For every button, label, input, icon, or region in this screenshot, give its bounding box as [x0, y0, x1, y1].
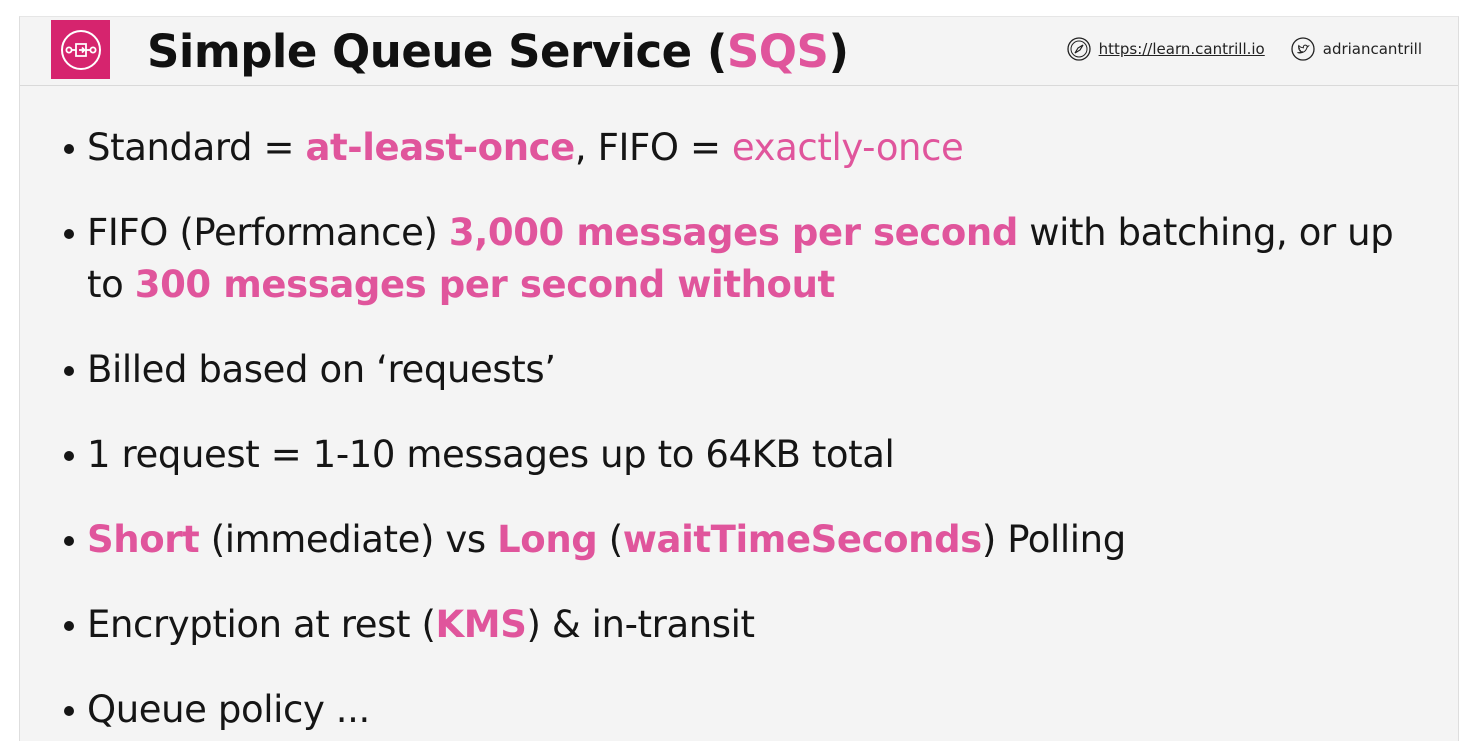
bullet-text: (immediate) vs [199, 518, 498, 561]
bullet-item: Short (immediate) vs Long (waitTimeSecon… [60, 514, 1418, 566]
bullet-text: , FIFO = [574, 126, 732, 169]
bullet-highlight: Short [87, 518, 200, 561]
bullet-highlight: at-least-once [305, 126, 575, 169]
slide-header: Simple Queue Service (SQS) https://learn… [20, 17, 1458, 86]
bullet-list: Standard = at-least-once, FIFO = exactly… [60, 122, 1418, 741]
twitter-handle[interactable]: adriancantrill [1323, 40, 1422, 58]
bullet-text: Encryption at rest ( [87, 603, 436, 646]
bullet-text: Billed based on ‘requests’ [87, 348, 556, 391]
bullet-item: 1 request = 1-10 messages up to 64KB tot… [60, 429, 1418, 481]
title-prefix: Simple Queue Service ( [147, 25, 727, 78]
bullet-item: Billed based on ‘requests’ [60, 344, 1418, 396]
bullet-text: FIFO (Performance) [87, 211, 449, 254]
bullet-highlight: 3,000 messages per second [448, 211, 1018, 254]
slide: Simple Queue Service (SQS) https://learn… [19, 16, 1459, 741]
bullet-item: Encryption at rest (KMS) & in-transit [60, 599, 1418, 651]
compass-icon [1066, 37, 1091, 61]
header-links: https://learn.cantrill.io adriancantrill [1041, 37, 1422, 61]
bullet-item: FIFO (Performance) 3,000 messages per se… [60, 207, 1418, 311]
bullet-item: Standard = at-least-once, FIFO = exactly… [60, 122, 1418, 174]
bullet-highlight: Long [497, 518, 598, 561]
bullet-text: Standard = [87, 126, 306, 169]
bullet-highlight: KMS [435, 603, 527, 646]
twitter-link-item[interactable]: adriancantrill [1291, 37, 1422, 61]
bullet-text: 1 request = 1-10 messages up to 64KB tot… [87, 433, 895, 476]
bullet-item: Queue policy ... [60, 684, 1418, 736]
site-link[interactable]: https://learn.cantrill.io [1099, 40, 1265, 58]
bullet-highlight: 300 messages per second without [134, 263, 835, 306]
sqs-logo-glyph [60, 29, 101, 70]
title-suffix: ) [828, 25, 849, 78]
bullet-highlight: exactly-once [731, 126, 964, 169]
twitter-bird-icon [1291, 37, 1315, 61]
bullet-text: ) & in-transit [526, 603, 755, 646]
sqs-queue-icon [51, 20, 110, 79]
site-link-item[interactable]: https://learn.cantrill.io [1066, 37, 1265, 61]
bullet-text: Queue policy ... [87, 688, 370, 731]
bullet-text: ) Polling [981, 518, 1126, 561]
bullet-highlight: waitTimeSeconds [622, 518, 982, 561]
title-accent: SQS [726, 25, 829, 78]
bullet-text: ( [597, 518, 623, 561]
page-title: Simple Queue Service (SQS) [147, 22, 849, 82]
